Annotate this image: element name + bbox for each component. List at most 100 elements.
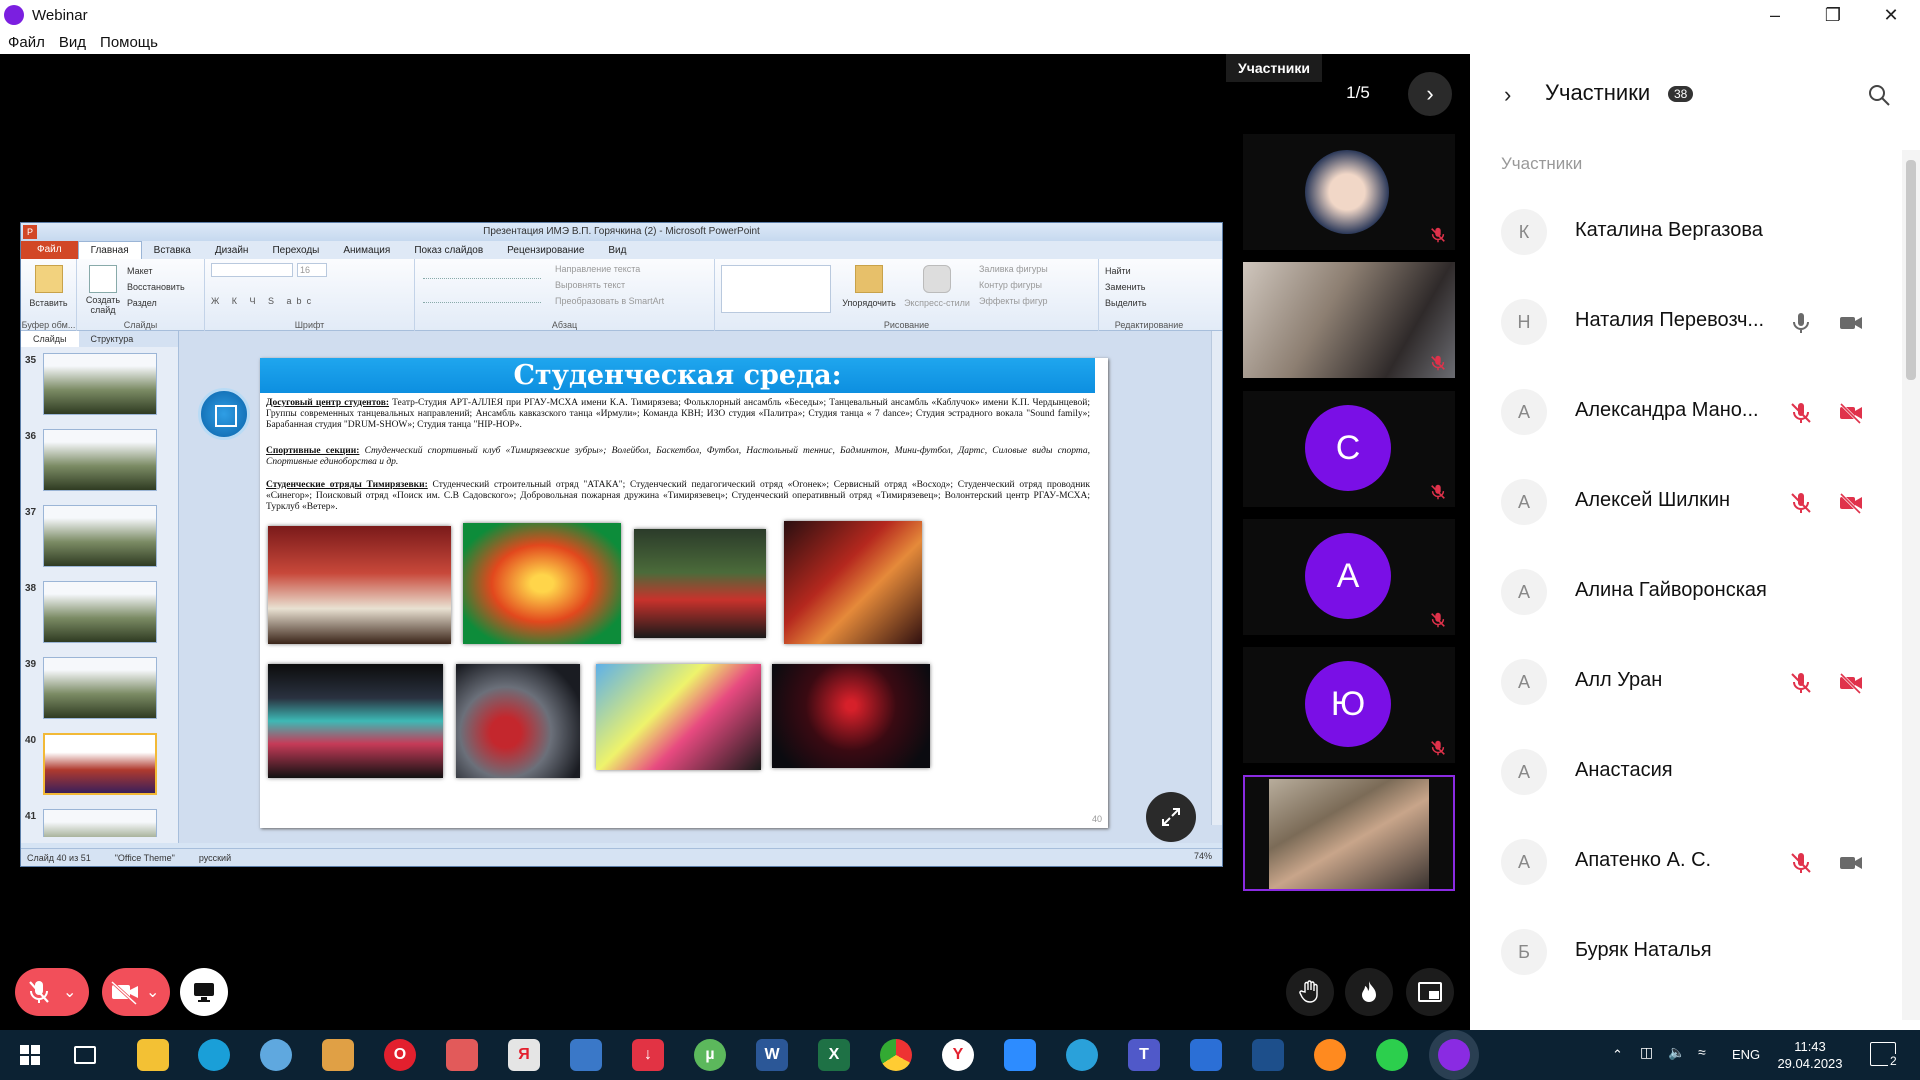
task-view-icon[interactable] — [74, 1046, 96, 1064]
new-slide-button[interactable]: Создать слайд — [83, 295, 123, 315]
shape-outline-button[interactable]: Контур фигуры — [979, 277, 1048, 293]
find-button[interactable]: Найти — [1105, 263, 1193, 279]
font-format-buttons[interactable]: Ж К Ч S abc — [211, 293, 408, 309]
menu-file[interactable]: Файл — [8, 34, 45, 51]
ppt-tab-home[interactable]: Главная — [77, 241, 142, 259]
chrome-icon[interactable] — [880, 1039, 912, 1071]
pdf-icon[interactable] — [446, 1039, 478, 1071]
restore-button[interactable]: ❐ — [1804, 0, 1862, 30]
whatsapp-icon[interactable] — [1376, 1039, 1408, 1071]
tab-outline[interactable]: Структура — [79, 331, 146, 347]
participant-row[interactable]: А Алина Гайворонская — [1470, 544, 1900, 634]
video-tile[interactable]: Ю — [1243, 647, 1455, 763]
search-icon[interactable] — [1866, 82, 1892, 108]
video-tile[interactable] — [1243, 262, 1455, 378]
video-tile[interactable] — [1243, 134, 1455, 250]
reset-button[interactable]: Восстановить — [127, 279, 185, 295]
list-buttons[interactable] — [423, 267, 541, 279]
mic-off-icon[interactable] — [1788, 850, 1814, 876]
language-indicator[interactable]: русский — [199, 853, 231, 863]
slide-thumbnail[interactable]: 39 — [21, 655, 177, 721]
next-page-button[interactable]: › — [1408, 72, 1452, 116]
downloader-icon[interactable]: ↓ — [632, 1039, 664, 1071]
camera-icon[interactable] — [1838, 850, 1864, 876]
ppt-tab-view[interactable]: Вид — [596, 245, 638, 256]
file-explorer-icon[interactable] — [137, 1039, 169, 1071]
align-buttons[interactable] — [423, 291, 541, 303]
arrange-button[interactable]: Упорядочить — [839, 295, 899, 311]
participant-row[interactable]: К Каталина Вергазова — [1470, 184, 1900, 274]
windows-start-icon[interactable] — [14, 1039, 46, 1071]
camera-off-icon[interactable] — [1838, 490, 1864, 516]
chevron-down-icon[interactable]: ⌄ — [63, 982, 76, 1002]
word-icon[interactable]: W — [756, 1039, 788, 1071]
tray-clock[interactable]: 11:43 29.04.2023 — [1770, 1038, 1850, 1072]
slide-thumbnail[interactable]: 37 — [21, 503, 177, 569]
mic-off-icon[interactable] — [1788, 670, 1814, 696]
tray-chevron-icon[interactable]: ⌃ — [1612, 1047, 1623, 1063]
tray-volume-icon[interactable]: 🔈 — [1668, 1044, 1685, 1061]
firefox-icon[interactable] — [1314, 1039, 1346, 1071]
camera-off-icon[interactable] — [1838, 670, 1864, 696]
camera-off-icon[interactable] — [1838, 400, 1864, 426]
edge-browser-icon[interactable] — [198, 1039, 230, 1071]
raise-hand-button[interactable] — [1286, 968, 1334, 1016]
minimize-button[interactable]: – — [1746, 0, 1804, 30]
ppt-tab-review[interactable]: Рецензирование — [495, 245, 596, 256]
participant-row[interactable]: А Александра Мано... — [1470, 364, 1900, 454]
participant-row[interactable]: А Анастасия — [1470, 724, 1900, 814]
fullscreen-button[interactable] — [1146, 792, 1196, 842]
ppt-tab-slideshow[interactable]: Показ слайдов — [402, 245, 495, 256]
tray-language[interactable]: ENG — [1732, 1047, 1760, 1062]
opera-icon[interactable]: O — [384, 1039, 416, 1071]
close-button[interactable]: ✕ — [1862, 0, 1920, 30]
scrollbar-thumb[interactable] — [1906, 160, 1916, 380]
font-name-select[interactable] — [211, 263, 293, 277]
slide-thumbnail-selected[interactable]: 40 — [21, 731, 177, 797]
layout-button[interactable]: Макет — [127, 263, 185, 279]
video-tile[interactable]: А — [1243, 519, 1455, 635]
replace-button[interactable]: Заменить — [1105, 279, 1193, 295]
telegram-icon[interactable] — [1066, 1039, 1098, 1071]
tray-battery-icon[interactable]: ◫ — [1640, 1044, 1653, 1061]
zoom-level[interactable]: 74% — [1194, 851, 1212, 861]
collapse-panel-icon[interactable]: › — [1504, 82, 1511, 108]
menu-help[interactable]: Помощь — [100, 34, 158, 51]
slide-thumbnail[interactable]: 41 — [21, 807, 177, 837]
participant-row[interactable]: А Алексей Шилкин — [1470, 454, 1900, 544]
mic-toggle-button[interactable]: ⌄ — [15, 968, 89, 1016]
participant-row[interactable]: А Апатенко А. С. — [1470, 814, 1900, 904]
camera-toggle-button[interactable]: ⌄ — [102, 968, 170, 1016]
yandex-browser-icon[interactable]: Y — [942, 1039, 974, 1071]
photos-icon[interactable] — [322, 1039, 354, 1071]
ppt-tab-insert[interactable]: Вставка — [142, 245, 203, 256]
checkmark-app-icon[interactable] — [1252, 1039, 1284, 1071]
select-button[interactable]: Выделить — [1105, 295, 1193, 311]
chevron-down-icon[interactable]: ⌄ — [146, 982, 159, 1002]
section-button[interactable]: Раздел — [127, 295, 185, 311]
teams-icon[interactable]: T — [1128, 1039, 1160, 1071]
yandex-icon[interactable]: Я — [508, 1039, 540, 1071]
text-direction-button[interactable]: Направление текста — [555, 261, 664, 277]
excel-icon[interactable]: X — [818, 1039, 850, 1071]
paint-icon[interactable] — [260, 1039, 292, 1071]
ppt-tab-design[interactable]: Дизайн — [203, 245, 261, 256]
ppt-tab-animation[interactable]: Анимация — [331, 245, 402, 256]
slide-thumbnail[interactable]: 36 — [21, 427, 177, 493]
webinar-taskbar-icon[interactable] — [1438, 1039, 1470, 1071]
align-text-button[interactable]: Выровнять текст — [555, 277, 664, 293]
participant-row[interactable]: Б Буряк Наталья — [1470, 904, 1900, 994]
slide-thumbnail[interactable]: 38 — [21, 579, 177, 645]
mic-off-icon[interactable] — [1788, 490, 1814, 516]
ppt-tab-transitions[interactable]: Переходы — [260, 245, 331, 256]
layout-toggle-button[interactable] — [1406, 968, 1454, 1016]
mic-icon[interactable] — [1788, 310, 1814, 336]
screen-share-button[interactable] — [180, 968, 228, 1016]
tab-slides[interactable]: Слайды — [21, 331, 79, 347]
participant-row[interactable]: Н Наталия Перевозч... — [1470, 274, 1900, 364]
shapes-gallery[interactable] — [721, 265, 831, 313]
ppt-tab-file[interactable]: Файл — [21, 241, 78, 259]
video-tile[interactable]: С — [1243, 391, 1455, 507]
smartart-button[interactable]: Преобразовать в SmartArt — [555, 293, 664, 309]
mic-off-icon[interactable] — [1788, 400, 1814, 426]
